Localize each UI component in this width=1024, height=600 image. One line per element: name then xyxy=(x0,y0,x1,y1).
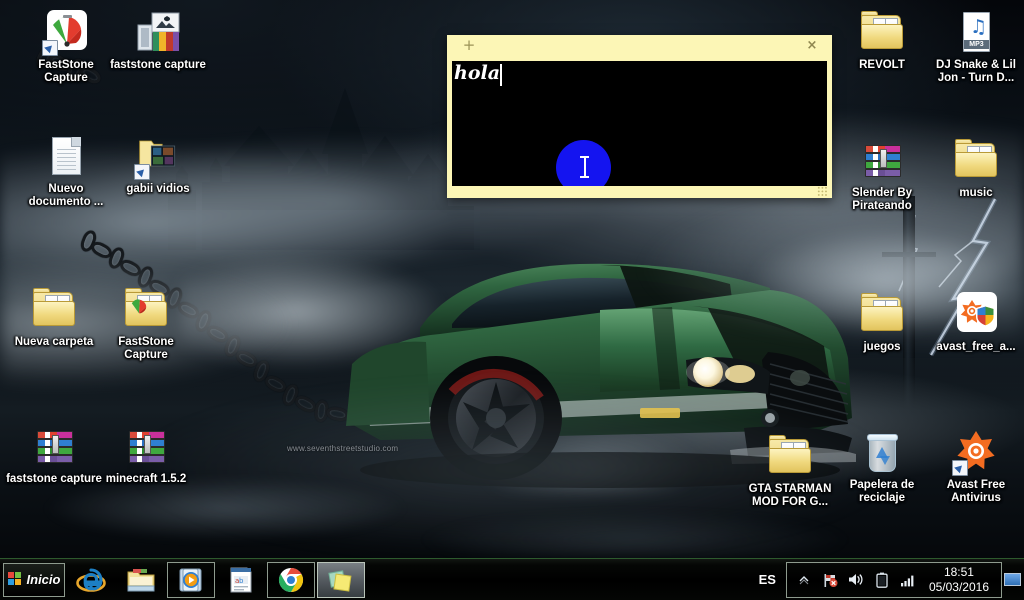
shortcut-arrow-icon xyxy=(42,40,58,56)
desktop-icon-avast-free-antivirus[interactable]: Avast Free Antivirus xyxy=(928,428,1024,504)
video-folder-icon xyxy=(134,132,182,180)
internet-explorer-icon xyxy=(76,566,106,594)
taskbar: Inicio a b ES 18:51 05/03/2016 xyxy=(0,558,1024,600)
avast-installer-icon xyxy=(952,290,1000,338)
folder-icon xyxy=(952,136,1000,184)
desktop-icon-label: GTA STARMAN MOD FOR G... xyxy=(748,483,832,508)
taskbar-item-google-chrome[interactable] xyxy=(267,561,315,598)
sticky-notes-icon xyxy=(326,566,356,594)
taskbar-item-notas-rapidas[interactable] xyxy=(317,561,365,598)
desktop-icon-faststone-capture-folder[interactable]: FastStone Capture xyxy=(98,285,194,361)
desktop-icon-faststone-capture-rar[interactable]: faststone capture xyxy=(6,422,102,486)
shortcut-arrow-icon xyxy=(134,164,150,180)
clock-date: 05/03/2016 xyxy=(928,579,989,594)
close-note-button[interactable]: × xyxy=(804,38,820,54)
new-note-button[interactable]: + xyxy=(461,38,477,54)
clock-time: 18:51 xyxy=(943,564,974,579)
desktop-icon-label: Nuevo documento ... xyxy=(28,183,104,208)
desktop-icon-label: minecraft 1.5.2 xyxy=(105,473,187,485)
i-beam-cursor-icon xyxy=(580,156,589,178)
desktop-icon-minecraft-152[interactable]: minecraft 1.5.2 xyxy=(98,422,194,486)
taskbar-item-explorador-de-windows[interactable] xyxy=(117,562,165,598)
desktop-icon-slender-by-pirateando[interactable]: Slender By Pirateando xyxy=(834,136,930,212)
text-caret xyxy=(500,64,502,86)
folder-icon xyxy=(30,285,78,333)
system-tray: ES 18:51 05/03/2016 xyxy=(755,559,1024,600)
desktop-icon-label: Slender By Pirateando xyxy=(851,187,913,212)
desktop-icon-label: Nueva carpeta xyxy=(14,336,94,348)
desktop-icon-nueva-carpeta[interactable]: Nueva carpeta xyxy=(6,285,102,349)
desktop-icon-music[interactable]: music xyxy=(928,136,1024,200)
notepad-icon: a b xyxy=(226,566,256,594)
desktop-icon-label: Papelera de reciclaje xyxy=(849,479,915,504)
battery-icon[interactable] xyxy=(871,569,893,591)
desktop-icon-revolt[interactable]: REVOLT xyxy=(834,8,930,72)
start-button[interactable]: Inicio xyxy=(3,562,65,597)
folder-icon xyxy=(858,8,906,56)
resize-grip-icon[interactable] xyxy=(817,186,828,197)
faststone-capture-app-icon xyxy=(42,8,90,56)
svg-text:b: b xyxy=(239,577,244,585)
avast-shortcut-icon xyxy=(952,428,1000,476)
text-document-icon xyxy=(42,132,90,180)
taskbar-clock[interactable]: 18:51 05/03/2016 xyxy=(921,565,997,595)
desktop-icon-gabii-vidios[interactable]: gabii vidios xyxy=(110,132,206,196)
file-explorer-icon xyxy=(126,566,156,594)
action-center-flag-icon[interactable] xyxy=(819,569,841,591)
winrar-archive-icon xyxy=(858,136,906,184)
desktop-icon-label: FastStone Capture xyxy=(118,336,174,361)
desktop-icon-label: juegos xyxy=(863,341,901,353)
desktop-icon-dj-snake-turn-down[interactable]: ♫ MP3 DJ Snake & Lil Jon - Turn D... xyxy=(928,8,1024,84)
desktop-icon-papelera-de-reciclaje[interactable]: Papelera de reciclaje xyxy=(834,428,930,504)
desktop-icon-juegos[interactable]: juegos xyxy=(834,290,930,354)
show-desktop-button[interactable] xyxy=(1002,565,1022,595)
windows-logo-icon xyxy=(7,572,23,587)
show-hidden-icons-button[interactable] xyxy=(793,569,815,591)
sticky-note-text-area[interactable]: hola xyxy=(452,61,827,186)
folder-icon xyxy=(766,432,814,480)
winrar-archive-icon xyxy=(122,422,170,470)
desktop-icon-label: DJ Snake & Lil Jon - Turn D... xyxy=(936,59,1016,84)
winrar-archive-icon xyxy=(30,422,78,470)
music-note-icon: ♫ xyxy=(970,16,988,38)
desktop-icon-faststone-capture-images[interactable]: faststone capture xyxy=(110,8,206,72)
desktop-screen: www.seventhstreetstudio.com FastStone Ca… xyxy=(0,0,1024,600)
mp3-file-icon: ♫ MP3 xyxy=(952,8,1000,56)
desktop-icon-label: avast_free_a... xyxy=(936,341,1016,353)
sticky-note-header[interactable]: + × xyxy=(447,35,832,57)
desktop-icon-nuevo-documento[interactable]: Nuevo documento ... xyxy=(18,132,114,208)
desktop-icon-label: music xyxy=(959,187,993,199)
desktop-icon-faststone-capture-app[interactable]: FastStone Capture xyxy=(18,8,114,84)
taskbar-item-bloc-de-notas[interactable]: a b xyxy=(217,562,265,598)
network-signal-icon[interactable] xyxy=(897,569,919,591)
shortcut-arrow-icon xyxy=(952,460,968,476)
sticky-note-text: hola xyxy=(454,62,501,84)
sticky-note-window[interactable]: + × hola xyxy=(447,35,832,198)
recycle-bin-icon xyxy=(858,428,906,476)
desktop-icon-label: REVOLT xyxy=(859,59,905,71)
tray-icons-box: 18:51 05/03/2016 xyxy=(785,561,1002,598)
monitor-icon xyxy=(1003,573,1021,586)
desktop-icon-avast-free-installer[interactable]: avast_free_a... xyxy=(928,290,1024,354)
desktop-icon-label: faststone capture xyxy=(110,59,206,71)
language-indicator[interactable]: ES xyxy=(755,572,786,587)
image-folder-icon xyxy=(134,8,182,56)
desktop-icon-label: Avast Free Antivirus xyxy=(946,479,1006,504)
wallpaper-watermark: www.seventhstreetstudio.com xyxy=(287,444,399,453)
taskbar-item-reproductor-de-windows-media[interactable] xyxy=(167,561,215,598)
desktop-icon-label: gabii vidios xyxy=(126,183,190,195)
folder-icon xyxy=(858,290,906,338)
chrome-icon xyxy=(276,566,306,594)
volume-speaker-icon[interactable] xyxy=(845,569,867,591)
desktop-icon-label: faststone capture xyxy=(6,473,102,485)
start-button-label: Inicio xyxy=(26,572,61,587)
taskbar-item-internet-explorer[interactable] xyxy=(67,562,115,598)
desktop-icon-gta-starman-mod[interactable]: GTA STARMAN MOD FOR G... xyxy=(742,432,838,508)
desktop-icon-label: FastStone Capture xyxy=(38,59,94,84)
media-player-icon xyxy=(176,566,206,594)
folder-icon xyxy=(122,285,170,333)
